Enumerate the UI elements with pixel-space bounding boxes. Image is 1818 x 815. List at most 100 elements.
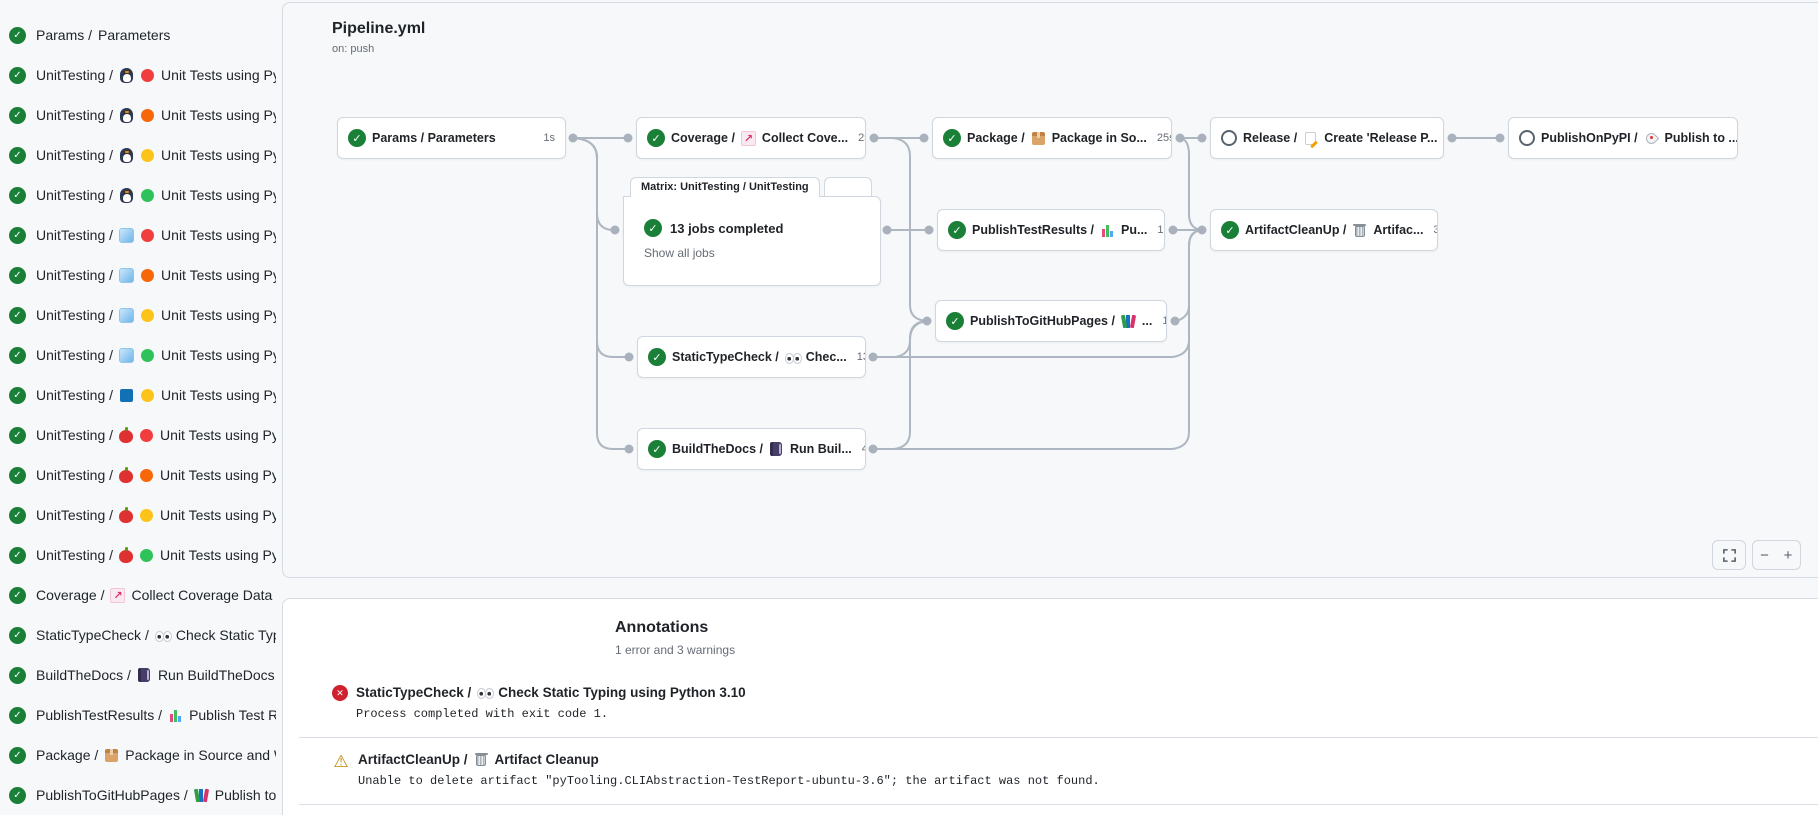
job-name: UnitTesting /: [36, 147, 113, 163]
ice-icon: [119, 308, 134, 323]
graph-node-buildthedocs[interactable]: BuildTheDocs /Run Buil...47s: [637, 428, 866, 470]
job-name: UnitTesting /: [36, 307, 113, 323]
fullscreen-icon: [1722, 548, 1737, 563]
job-list-item-text: UnitTesting /Unit Tests using Pyth...: [36, 387, 276, 403]
job-list-item[interactable]: UnitTesting /Unit Tests using Pyth...: [0, 295, 276, 335]
workflow-file-title: Pipeline.yml: [332, 20, 425, 38]
job-list-item[interactable]: UnitTesting / Unit Tests using Pyth...: [0, 495, 276, 535]
job-step-label: Unit Tests using Pyth...: [161, 187, 276, 203]
job-list-item-text: Coverage /Collect Coverage Data usi...: [36, 587, 276, 603]
job-list: Params /Parameters UnitTesting / Unit Test…: [0, 15, 276, 815]
trash-icon: [1355, 226, 1365, 237]
py-red-icon: [141, 69, 154, 82]
node-name: Params / Parameters: [372, 131, 496, 145]
job-step-label: Publish Test Resu...: [189, 707, 276, 723]
graph-node-package[interactable]: Package /Package in So...25s: [932, 117, 1172, 159]
job-name: StaticTypeCheck /: [36, 627, 149, 643]
annotation-title[interactable]: StaticTypeCheck /Check Static Typing usi…: [356, 685, 746, 700]
job-list-item[interactable]: Package /Package in Source and Wh...: [0, 735, 276, 775]
job-step-label: Unit Tests using Pyth...: [161, 347, 276, 363]
node-step-label: ...: [1142, 314, 1152, 328]
penguin-icon: [120, 148, 133, 163]
annotation-item: StaticTypeCheck /Check Static Typing usi…: [299, 671, 1818, 738]
zoom-in-button[interactable]: +: [1776, 540, 1801, 570]
job-name: BuildTheDocs /: [36, 667, 131, 683]
annotation-job-name: StaticTypeCheck /: [356, 685, 471, 700]
status-success-icon: [948, 221, 966, 239]
status-success-icon: [9, 67, 26, 84]
matrix-tab-stub: [824, 177, 872, 197]
zoom-out-button[interactable]: −: [1752, 540, 1777, 570]
status-warning-icon: ⚠: [332, 752, 350, 770]
graph-node-artifactcleanup[interactable]: ArtifactCleanUp /Artifac...3s: [1210, 209, 1438, 251]
job-list-item[interactable]: UnitTesting /Unit Tests using Pyth...: [0, 95, 276, 135]
node-step-label: Package in So...: [1052, 131, 1147, 145]
job-list-item[interactable]: UnitTesting /Unit Tests using Pyth...: [0, 215, 276, 255]
job-list-item[interactable]: UnitTesting /Unit Tests using Pyth...: [0, 55, 276, 95]
job-list-item-text: BuildTheDocs /Run BuildTheDocs: [36, 667, 275, 683]
rocket-icon: [1644, 131, 1659, 146]
py-yellow-icon: [141, 389, 154, 402]
node-step-label: Chec...: [806, 350, 847, 364]
job-step-label: Unit Tests using Pyth...: [161, 67, 276, 83]
job-name: UnitTesting /: [36, 507, 113, 523]
job-list-item-text: UnitTesting /Unit Tests using Pyth...: [36, 467, 276, 483]
job-list-item[interactable]: PublishToGitHubPages /Publish to G...: [0, 775, 276, 815]
annotation-message: Process completed with exit code 1.: [356, 707, 746, 721]
status-success-icon: [647, 129, 665, 147]
job-name: UnitTesting /: [36, 347, 113, 363]
job-list-item[interactable]: UnitTesting /Unit Tests using Pyth...: [0, 455, 276, 495]
show-all-jobs-link[interactable]: Show all jobs: [644, 246, 715, 260]
job-list-item[interactable]: UnitTesting /Unit Tests using Pyth...: [0, 175, 276, 215]
annotation-step-name: Artifact Cleanup: [495, 752, 599, 767]
graph-node-params[interactable]: Params / Parameters1s: [337, 117, 566, 159]
graph-node-statictypecheck[interactable]: StaticTypeCheck /Chec...13s: [637, 336, 866, 378]
job-step-label: Unit Tests using Pyth...: [161, 147, 276, 163]
fullscreen-button[interactable]: [1712, 540, 1746, 570]
job-list-item-text: UnitTesting /Unit Tests using Pyth...: [36, 107, 276, 123]
graph-node-publishtestresults[interactable]: PublishTestResults /Pu...17s: [937, 209, 1165, 251]
apple-icon: [119, 510, 133, 523]
job-list-item[interactable]: UnitTesting /Unit Tests using Pyth...: [0, 535, 276, 575]
py-red-icon: [141, 229, 154, 242]
node-duration: 3s: [1429, 224, 1438, 236]
py-yellow-icon: [141, 149, 154, 162]
notebook-icon: [770, 442, 782, 456]
job-name: UnitTesting /: [36, 227, 113, 243]
job-list-item-text: UnitTesting /Unit Tests using Pyth...: [36, 267, 276, 283]
node-step-label: Pu...: [1121, 223, 1147, 237]
job-step-label: Publish to G...: [215, 787, 276, 803]
job-name: Coverage /: [36, 587, 104, 603]
job-list-item[interactable]: BuildTheDocs /Run BuildTheDocs: [0, 655, 276, 695]
graph-node-release[interactable]: Release /Create 'Release P...: [1210, 117, 1444, 159]
job-list-item[interactable]: PublishTestResults /Publish Test Resu...: [0, 695, 276, 735]
job-list-item[interactable]: Params /Parameters: [0, 15, 276, 55]
job-list-item[interactable]: UnitTesting / Unit Tests using Pyth...: [0, 335, 276, 375]
status-success-icon: [9, 187, 26, 204]
job-list-item-text: UnitTesting /Unit Tests using Pyth...: [36, 547, 276, 563]
annotation-message: Unable to delete artifact "pyTooling.CLI…: [358, 774, 1100, 788]
job-list-item[interactable]: UnitTesting /Unit Tests using Pyth...: [0, 415, 276, 455]
job-list-item[interactable]: UnitTesting /Unit Tests using Pyth...: [0, 375, 276, 415]
job-step-label: Unit Tests using Pyth...: [160, 427, 276, 443]
node-name: Coverage /: [671, 131, 735, 145]
chart-icon: [110, 588, 125, 603]
job-list-item-text: PublishToGitHubPages /Publish to G...: [36, 787, 276, 803]
job-step-label: Parameters: [98, 27, 170, 43]
graph-node-publishtogithubpages[interactable]: PublishToGitHubPages /...13s: [935, 300, 1167, 342]
node-duration: 13s: [853, 351, 866, 363]
job-list-item[interactable]: StaticTypeCheck /Check Static Typing...: [0, 615, 276, 655]
py-yellow-icon: [141, 309, 154, 322]
ice-icon: [119, 228, 134, 243]
books-icon: [194, 788, 209, 803]
job-list-item[interactable]: UnitTesting / Unit Tests using Pyth...: [0, 135, 276, 175]
job-list-item[interactable]: UnitTesting /Unit Tests using Pyth...: [0, 255, 276, 295]
graph-node-coverage[interactable]: Coverage /Collect Cove...25s: [636, 117, 866, 159]
chart-icon: [741, 131, 756, 146]
py-green-icon: [141, 349, 154, 362]
job-step-label: Unit Tests using Pyth...: [160, 507, 276, 523]
graph-node-publishonpypi[interactable]: PublishOnPyPI /Publish to ...: [1508, 117, 1738, 159]
matrix-group-node[interactable]: 13 jobs completed Show all jobs: [623, 196, 881, 286]
job-list-item[interactable]: Coverage /Collect Coverage Data usi...: [0, 575, 276, 615]
annotation-title[interactable]: ArtifactCleanUp /Artifact Cleanup: [358, 752, 1100, 767]
